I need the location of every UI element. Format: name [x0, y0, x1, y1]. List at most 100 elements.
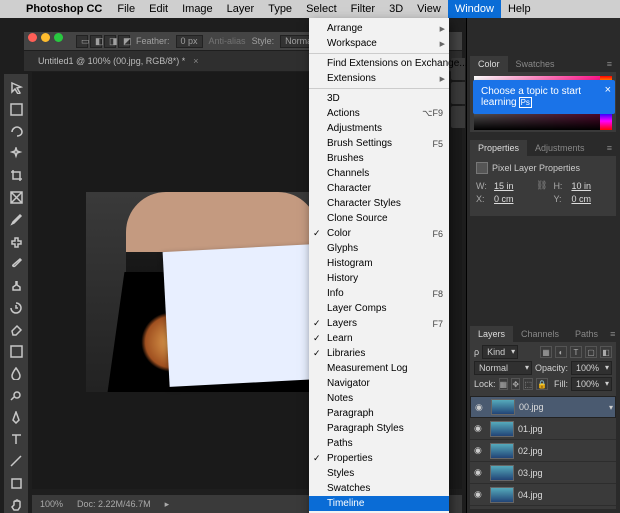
blur-tool[interactable] [7, 364, 25, 382]
height-value[interactable]: 10 in [571, 181, 607, 191]
menu-help[interactable]: Help [501, 0, 538, 18]
hand-tool[interactable] [7, 496, 25, 513]
menu-layer[interactable]: Layer [220, 0, 262, 18]
menuitem-timeline[interactable]: Timeline [309, 496, 449, 511]
link-wh-icon[interactable]: ⛓ [536, 180, 547, 191]
layer-row[interactable]: ◉ 00.jpg [470, 396, 616, 418]
menuitem-arrange[interactable]: Arrange [309, 21, 449, 36]
menu-filter[interactable]: Filter [344, 0, 382, 18]
healing-tool[interactable] [7, 232, 25, 250]
menuitem-glyphs[interactable]: Glyphs [309, 241, 449, 256]
menu-image[interactable]: Image [175, 0, 220, 18]
menuitem-adjustments[interactable]: Adjustments [309, 121, 449, 136]
eraser-tool[interactable] [7, 320, 25, 338]
filter-adjust-icon[interactable]: ◐ [555, 346, 567, 358]
rect-tool[interactable] [7, 474, 25, 492]
layer-row[interactable]: ◉ 03.jpg [470, 462, 616, 484]
layer-row[interactable]: ◉ 02.jpg [470, 440, 616, 462]
layer-name[interactable]: 04.jpg [518, 490, 543, 500]
document-tab[interactable]: Untitled1 @ 100% (00.jpg, RGB/8*) * [38, 56, 185, 66]
menuitem-measurement-log[interactable]: Measurement Log [309, 361, 449, 376]
history-brush-tool[interactable] [7, 298, 25, 316]
brush-tool[interactable] [7, 254, 25, 272]
filter-pixel-icon[interactable]: ▦ [540, 346, 552, 358]
menuitem-properties[interactable]: Properties [309, 451, 449, 466]
menuitem-histogram[interactable]: Histogram [309, 256, 449, 271]
layer-name[interactable]: 00.jpg [519, 402, 544, 412]
tab-channels[interactable]: Channels [513, 326, 567, 342]
menuitem-workspace[interactable]: Workspace [309, 36, 449, 51]
visibility-icon[interactable]: ◉ [474, 423, 486, 434]
close-tip-icon[interactable]: × [605, 84, 611, 96]
zoom-level[interactable]: 100% [40, 499, 63, 509]
menu-select[interactable]: Select [299, 0, 344, 18]
lock-artboard-icon[interactable]: ⬚ [523, 378, 533, 390]
menuitem-character[interactable]: Character [309, 181, 449, 196]
panel-menu-icon[interactable]: ≡ [603, 59, 616, 69]
visibility-icon[interactable]: ◉ [474, 445, 486, 456]
zoom-window-icon[interactable] [54, 33, 63, 42]
layer-thumbnail[interactable] [490, 487, 514, 503]
layer-row[interactable]: ◉ 04.jpg [470, 484, 616, 506]
menuitem-color[interactable]: ColorF6 [309, 226, 449, 241]
marquee-mode-icons[interactable]: ▭◧◨◩ [76, 35, 130, 48]
menu-type[interactable]: Type [261, 0, 299, 18]
path-tool[interactable] [7, 452, 25, 470]
crop-tool[interactable] [7, 166, 25, 184]
layer-row[interactable]: ◉ 01.jpg [470, 418, 616, 440]
menuitem-brushes[interactable]: Brushes [309, 151, 449, 166]
menuitem-learn[interactable]: Learn [309, 331, 449, 346]
layer-thumbnail[interactable] [490, 421, 514, 437]
frame-tool[interactable] [7, 188, 25, 206]
menuitem-paths[interactable]: Paths [309, 436, 449, 451]
menu-view[interactable]: View [410, 0, 448, 18]
lock-pixels-icon[interactable]: ▦ [499, 378, 509, 390]
layer-row[interactable]: ◉05.jpg [470, 506, 616, 509]
layer-thumbnail[interactable] [490, 509, 514, 510]
menuitem-navigator[interactable]: Navigator [309, 376, 449, 391]
layer-thumbnail[interactable] [490, 443, 514, 459]
menuitem-clone-source[interactable]: Clone Source [309, 211, 449, 226]
visibility-icon[interactable]: ◉ [474, 489, 486, 500]
eyedropper-tool[interactable] [7, 210, 25, 228]
gradient-tool[interactable] [7, 342, 25, 360]
tab-adjustments[interactable]: Adjustments [527, 140, 593, 156]
filter-shape-icon[interactable]: ▢ [585, 346, 597, 358]
wand-tool[interactable] [7, 144, 25, 162]
fill-input[interactable]: 100% [571, 377, 612, 391]
visibility-icon[interactable]: ◉ [475, 402, 487, 413]
tab-properties[interactable]: Properties [470, 140, 527, 156]
layer-name[interactable]: 03.jpg [518, 468, 543, 478]
feather-input[interactable]: 0 px [176, 35, 203, 48]
menu-file[interactable]: File [110, 0, 142, 18]
lock-all-icon[interactable]: 🔒 [536, 378, 548, 390]
type-tool[interactable] [7, 430, 25, 448]
tab-layers[interactable]: Layers [470, 326, 513, 342]
panel-menu-icon[interactable]: ≡ [603, 143, 616, 153]
menu-window[interactable]: Window [448, 0, 501, 18]
layer-name[interactable]: 01.jpg [518, 424, 543, 434]
menuitem-paragraph[interactable]: Paragraph [309, 406, 449, 421]
menuitem-info[interactable]: InfoF8 [309, 286, 449, 301]
menuitem-brush-settings[interactable]: Brush SettingsF5 [309, 136, 449, 151]
marquee-tool[interactable] [7, 100, 25, 118]
layer-thumbnail[interactable] [491, 399, 515, 415]
pen-tool[interactable] [7, 408, 25, 426]
visibility-icon[interactable]: ◉ [474, 467, 486, 478]
minimize-window-icon[interactable] [41, 33, 50, 42]
menuitem-history[interactable]: History [309, 271, 449, 286]
dodge-tool[interactable] [7, 386, 25, 404]
menuitem-character-styles[interactable]: Character Styles [309, 196, 449, 211]
stamp-tool[interactable] [7, 276, 25, 294]
filter-smart-icon[interactable]: ◧ [600, 346, 612, 358]
blend-mode-select[interactable]: Normal [474, 361, 532, 375]
width-value[interactable]: 15 in [494, 181, 530, 191]
menuitem-actions[interactable]: Actions⌥F9 [309, 106, 449, 121]
close-tab-icon[interactable]: × [193, 56, 198, 66]
layer-name[interactable]: 02.jpg [518, 446, 543, 456]
lock-position-icon[interactable]: ✥ [511, 378, 520, 390]
doc-info[interactable]: Doc: 2.22M/46.7M [77, 499, 151, 509]
menuitem-styles[interactable]: Styles [309, 466, 449, 481]
status-arrow-icon[interactable]: ▸ [165, 499, 170, 510]
menuitem-layer-comps[interactable]: Layer Comps [309, 301, 449, 316]
